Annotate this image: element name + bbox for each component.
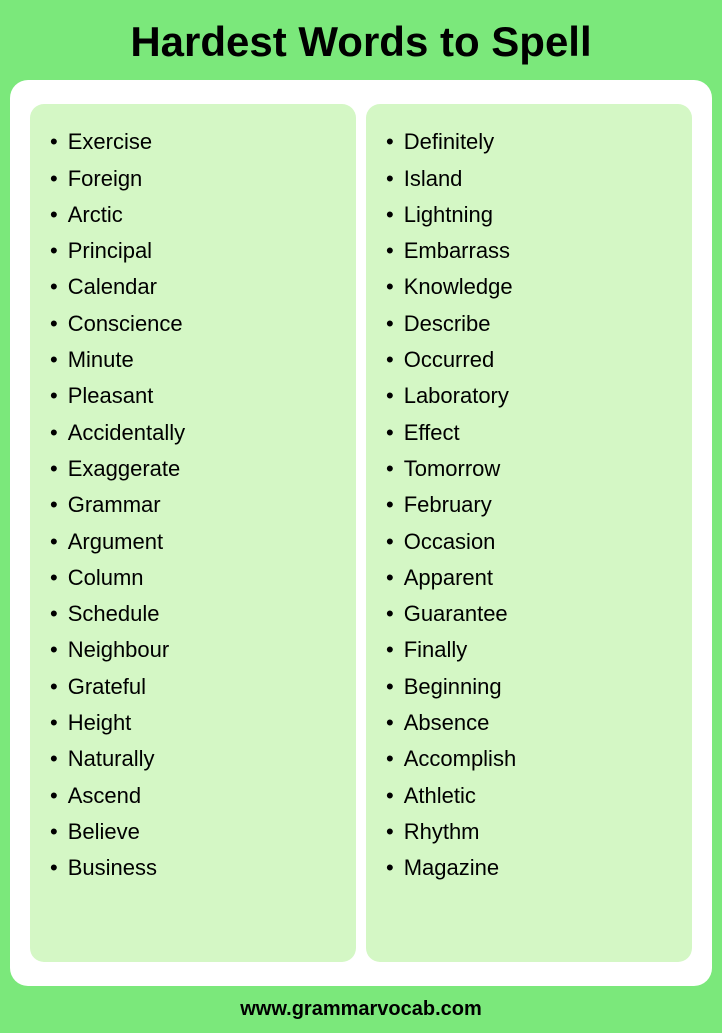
list-item: Absence [386,705,676,741]
list-item: Tomorrow [386,451,676,487]
page-footer: www.grammarvocab.com [0,986,722,1033]
right-word-list: DefinitelyIslandLightningEmbarrassKnowle… [386,124,676,886]
list-item: Conscience [50,306,340,342]
list-item: Occasion [386,524,676,560]
list-item: Finally [386,632,676,668]
list-item: Minute [50,342,340,378]
page-title: Hardest Words to Spell [20,18,702,66]
list-item: Laboratory [386,378,676,414]
left-word-list: ExerciseForeignArcticPrincipalCalendarCo… [50,124,340,886]
left-column: ExerciseForeignArcticPrincipalCalendarCo… [30,104,356,962]
list-item: Believe [50,814,340,850]
page-header: Hardest Words to Spell [0,0,722,80]
list-item: Beginning [386,669,676,705]
list-item: Definitely [386,124,676,160]
list-item: Arctic [50,197,340,233]
list-item: Magazine [386,850,676,886]
list-item: Guarantee [386,596,676,632]
right-column: DefinitelyIslandLightningEmbarrassKnowle… [366,104,692,962]
list-item: Neighbour [50,632,340,668]
list-item: Apparent [386,560,676,596]
list-item: Rhythm [386,814,676,850]
list-item: Exercise [50,124,340,160]
list-item: Occurred [386,342,676,378]
list-item: Embarrass [386,233,676,269]
list-item: Principal [50,233,340,269]
list-item: Accomplish [386,741,676,777]
main-content: ExerciseForeignArcticPrincipalCalendarCo… [10,80,712,986]
list-item: Ascend [50,778,340,814]
list-item: Island [386,161,676,197]
list-item: Column [50,560,340,596]
list-item: Argument [50,524,340,560]
list-item: Naturally [50,741,340,777]
list-item: Athletic [386,778,676,814]
list-item: Grateful [50,669,340,705]
list-item: Exaggerate [50,451,340,487]
list-item: Lightning [386,197,676,233]
list-item: Accidentally [50,415,340,451]
list-item: Business [50,850,340,886]
list-item: Knowledge [386,269,676,305]
list-item: Height [50,705,340,741]
list-item: Describe [386,306,676,342]
list-item: Calendar [50,269,340,305]
list-item: Schedule [50,596,340,632]
footer-url: www.grammarvocab.com [240,998,482,1020]
list-item: Foreign [50,161,340,197]
list-item: Pleasant [50,378,340,414]
list-item: Grammar [50,487,340,523]
list-item: February [386,487,676,523]
list-item: Effect [386,415,676,451]
